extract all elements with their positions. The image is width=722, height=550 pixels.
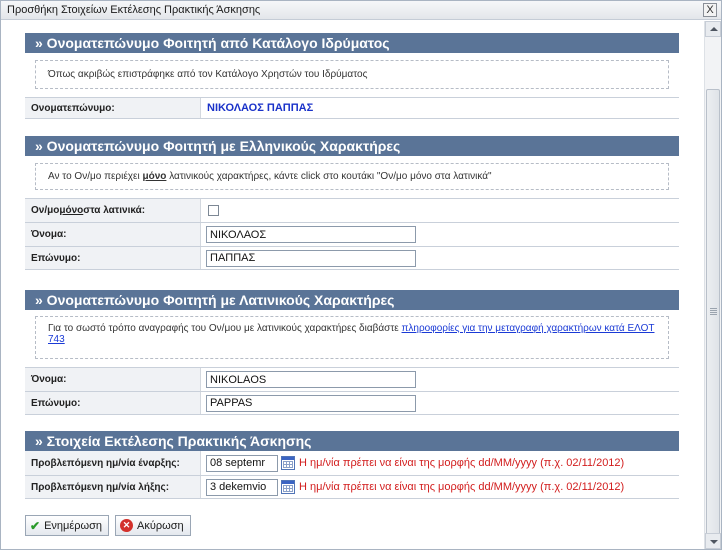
latin-first-name-input[interactable] xyxy=(206,371,416,388)
info-note: Για το σωστό τρόπο αναγραφής του Ον/μου … xyxy=(35,316,669,359)
latin-only-checkbox[interactable] xyxy=(208,205,219,216)
end-date-row: Προβλεπόμενη ημ/νία λήξης: Η ημ/νία πρέπ… xyxy=(25,475,679,499)
start-date-label: Προβλεπόμενη ημ/νία έναρξης: xyxy=(25,451,201,475)
section-header: » Ονοματεπώνυμο Φοιτητή με Λατινικούς Χα… xyxy=(25,290,679,310)
full-name-value: ΝΙΚΟΛΑΟΣ ΠΑΠΠΑΣ xyxy=(207,102,314,114)
latin-last-name-row: Επώνυμο: xyxy=(25,391,679,415)
greek-last-name-input[interactable] xyxy=(206,249,416,267)
greek-first-name-row: Όνομα: xyxy=(25,222,679,246)
full-name-row: Ονοματεπώνυμο: ΝΙΚΟΛΑΟΣ ΠΑΠΠΑΣ xyxy=(25,97,679,119)
latin-first-name-row: Όνομα: xyxy=(25,367,679,391)
vertical-scrollbar[interactable] xyxy=(704,21,721,549)
section-greek-name: » Ονοματεπώνυμο Φοιτητή με Ελληνικούς Χα… xyxy=(25,136,679,270)
section-header: » Ονοματεπώνυμο Φοιτητή με Ελληνικούς Χα… xyxy=(25,136,679,156)
section-latin-name: » Ονοματεπώνυμο Φοιτητή με Λατινικούς Χα… xyxy=(25,290,679,415)
info-note: Αν το Ον/μο περιέχει μόνο λατινικούς χαρ… xyxy=(35,163,669,190)
calendar-icon[interactable] xyxy=(281,456,295,470)
update-button[interactable]: ✔ Ενημέρωση xyxy=(25,515,110,536)
dialog-window: Προσθήκη Στοιχείων Εκτέλεσης Πρακτικής Ά… xyxy=(0,0,722,550)
scrollbar-thumb[interactable] xyxy=(706,89,720,541)
latin-only-row: Ον/μο μόνο στα λατινικά: xyxy=(25,198,679,222)
end-date-label: Προβλεπόμενη ημ/νία λήξης: xyxy=(25,476,201,498)
section-practice-dates: » Στοιχεία Εκτέλεσης Πρακτικής Άσκησης Π… xyxy=(25,431,679,499)
title-bar: Προσθήκη Στοιχείων Εκτέλεσης Πρακτικής Ά… xyxy=(1,1,721,20)
button-bar: ✔ Ενημέρωση ✕ Ακύρωση xyxy=(25,515,191,536)
section-header: » Στοιχεία Εκτέλεσης Πρακτικής Άσκησης xyxy=(25,431,679,451)
start-date-error: Η ημ/νία πρέπει να είναι της μορφής dd/M… xyxy=(299,457,625,469)
close-icon[interactable]: X xyxy=(703,3,717,17)
last-name-label: Επώνυμο: xyxy=(25,392,201,414)
first-name-label: Όνομα: xyxy=(25,368,201,391)
latin-last-name-input[interactable] xyxy=(206,394,416,412)
cancel-icon: ✕ xyxy=(120,519,134,532)
info-note: Όπως ακριβώς επιστράφηκε από τον Κατάλογ… xyxy=(35,60,669,89)
full-name-label: Ονοματεπώνυμο: xyxy=(25,98,201,118)
start-date-input[interactable] xyxy=(206,454,278,472)
dialog-title: Προσθήκη Στοιχείων Εκτέλεσης Πρακτικής Ά… xyxy=(7,4,261,16)
section-header: » Ονοματεπώνυμο Φοιτητή από Κατάλογο Ιδρ… xyxy=(25,33,679,53)
latin-only-label: Ον/μο μόνο στα λατινικά: xyxy=(25,199,201,222)
scroll-down-arrow-icon[interactable] xyxy=(705,533,721,549)
scroll-up-arrow-icon[interactable] xyxy=(705,21,721,37)
start-date-row: Προβλεπόμενη ημ/νία έναρξης: Η ημ/νία πρ… xyxy=(25,451,679,475)
end-date-error: Η ημ/νία πρέπει να είναι της μορφής dd/M… xyxy=(299,481,625,493)
calendar-icon[interactable] xyxy=(281,480,295,494)
first-name-label: Όνομα: xyxy=(25,223,201,246)
end-date-input[interactable] xyxy=(206,478,278,496)
greek-last-name-row: Επώνυμο: xyxy=(25,246,679,270)
cancel-button[interactable]: ✕ Ακύρωση xyxy=(115,515,191,536)
checkmark-icon: ✔ xyxy=(30,518,41,533)
dialog-content: » Ονοματεπώνυμο Φοιτητή από Κατάλογο Ιδρ… xyxy=(1,21,721,549)
section-catalog-name: » Ονοματεπώνυμο Φοιτητή από Κατάλογο Ιδρ… xyxy=(25,33,679,119)
greek-first-name-input[interactable] xyxy=(206,226,416,243)
last-name-label: Επώνυμο: xyxy=(25,247,201,269)
